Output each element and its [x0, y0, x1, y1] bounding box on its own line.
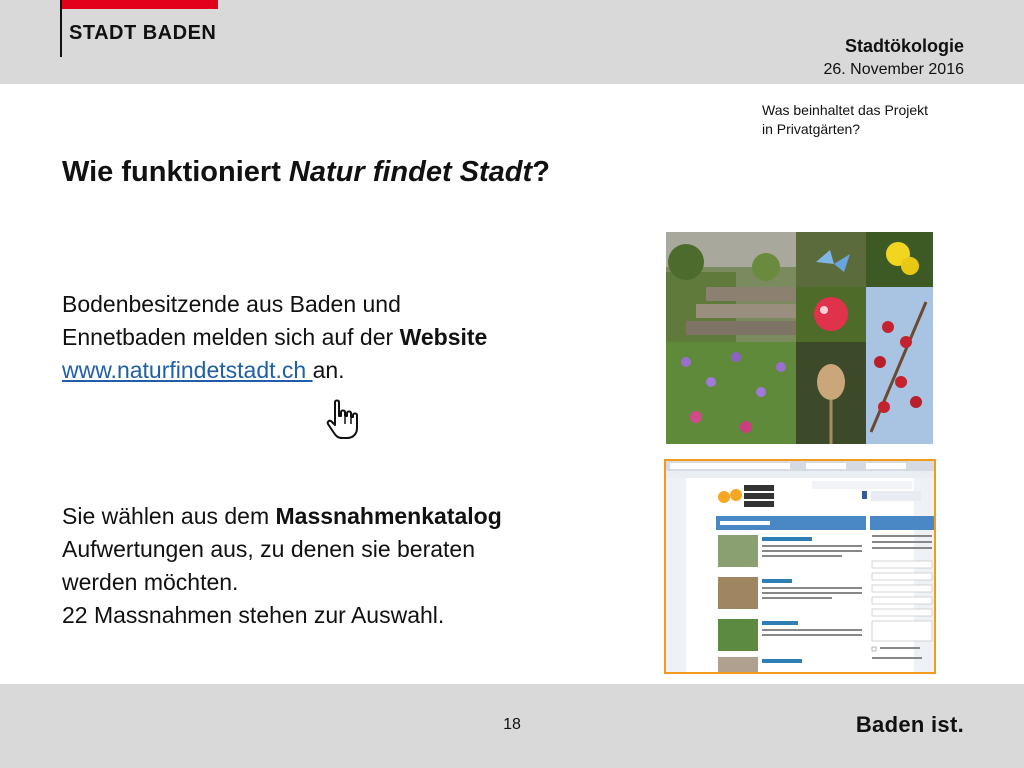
para1-line-3-suffix: an.: [312, 357, 345, 383]
para1-line-2: Ennetbaden melden sich auf der: [62, 324, 400, 350]
para1-line-1: Bodenbesitzende aus Baden und: [62, 291, 401, 317]
title-prefix: Wie funktioniert: [62, 156, 289, 188]
para2-line-3: werden möchten.: [62, 569, 239, 595]
para1-bold-website: Website: [399, 324, 488, 350]
nature-photo-collage: [666, 232, 933, 444]
para2-line-4: 22 Massnahmen stehen zur Auswahl.: [62, 602, 445, 628]
logo-divider: [60, 0, 62, 57]
hand-pointer-icon: [326, 399, 358, 439]
section-title: Stadtökologie: [844, 36, 964, 56]
slide-title: Wie funktioniert Natur findet Stadt?: [62, 156, 550, 189]
tagline: Baden ist.: [855, 712, 964, 737]
presentation-date: 26. November 2016: [823, 61, 964, 78]
logo-text: STADT BADEN: [69, 22, 217, 44]
para2-line-1: Sie wählen aus dem: [62, 503, 276, 529]
page-number: 18: [503, 716, 521, 733]
paragraph-registration: Bodenbesitzende aus Baden und Ennetbaden…: [62, 288, 622, 387]
sub-question: Was beinhaltet das Projekt in Privatgärt…: [762, 101, 982, 139]
para2-bold-catalog: Massnahmenkatalog: [275, 503, 502, 529]
para2-line-2: Aufwertungen aus, zu denen sie beraten: [62, 536, 476, 562]
paragraph-catalog: Sie wählen aus dem Massnahmenkatalog Auf…: [62, 500, 642, 632]
website-screenshot: [664, 459, 936, 674]
sub-question-line-1: Was beinhaltet das Projekt: [762, 102, 929, 118]
title-suffix: ?: [532, 156, 550, 188]
title-italic: Natur findet Stadt: [288, 156, 533, 188]
sub-question-line-2: in Privatgärten?: [762, 121, 861, 137]
logo-red-bar: [60, 0, 218, 9]
website-link[interactable]: www.naturfindetstadt.ch: [62, 357, 313, 383]
